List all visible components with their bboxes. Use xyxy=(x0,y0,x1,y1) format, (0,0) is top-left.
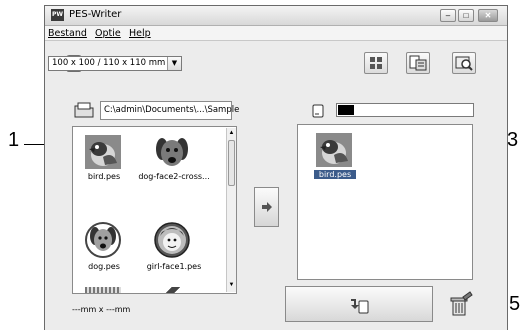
minimize-icon[interactable]: – xyxy=(440,9,456,22)
maximize-icon[interactable]: □ xyxy=(458,9,474,22)
file-name: girl-face1.pes xyxy=(146,262,202,271)
list-item[interactable]: bird.pes xyxy=(79,135,129,183)
transfer-button[interactable] xyxy=(254,187,279,227)
list-item[interactable]: girl-face1.pes xyxy=(134,222,214,272)
file-name: bird.pes xyxy=(87,172,121,181)
hoop-size-select[interactable]: 100 x 100 / 110 x 110 mm ▼ xyxy=(48,56,182,71)
list-item[interactable]: dog.pes xyxy=(79,222,129,272)
scroll-thumb[interactable] xyxy=(228,140,235,186)
dog-face-embroidery-icon xyxy=(154,135,190,169)
card-capacity-bar xyxy=(336,103,474,117)
write-to-card-button[interactable] xyxy=(285,286,433,322)
menu-bar: Bestand Optie Help xyxy=(45,26,507,41)
arrow-right-icon xyxy=(261,201,273,213)
bird-embroidery-icon xyxy=(85,135,121,169)
dog-embroidery-icon xyxy=(85,222,121,258)
file-list-scrollbar[interactable]: ▲ ▼ xyxy=(226,128,236,292)
trash-icon[interactable] xyxy=(449,291,473,317)
scroll-down-icon[interactable]: ▼ xyxy=(227,282,236,290)
callout-3: 3 xyxy=(507,129,519,151)
callout-1: 1 xyxy=(8,129,20,151)
design-size-readout: ---mm x ---mm xyxy=(72,305,131,314)
title-bar[interactable]: PW PES-Writer – □ ✕ xyxy=(45,6,507,26)
callout-5: 5 xyxy=(509,293,521,315)
file-name: dog-face2-cross... xyxy=(138,172,210,181)
capacity-fill xyxy=(338,105,354,115)
window-title: PES-Writer xyxy=(69,9,122,20)
file-list: bird.pes dog-face2-cross... dog.pes girl… xyxy=(72,126,237,294)
file-name: dog.pes xyxy=(88,262,120,271)
write-to-card-icon xyxy=(350,296,370,314)
scroll-up-icon[interactable]: ▲ xyxy=(227,130,236,138)
card-icon xyxy=(312,104,324,118)
hoop-size-value: 100 x 100 / 110 x 110 mm xyxy=(52,58,166,68)
layout-grid-icon[interactable] xyxy=(364,52,388,74)
menu-optie[interactable]: Optie xyxy=(95,28,121,39)
list-item-partial xyxy=(155,287,191,293)
girl-face-embroidery-icon xyxy=(154,222,190,258)
file-name-selected: bird.pes xyxy=(314,170,356,179)
list-item[interactable]: bird.pes xyxy=(312,133,358,183)
app-logo-icon: PW xyxy=(51,9,64,21)
card-file-list: bird.pes xyxy=(297,124,473,280)
chevron-down-icon[interactable]: ▼ xyxy=(167,57,181,70)
menu-help[interactable]: Help xyxy=(129,28,151,39)
bird-embroidery-icon xyxy=(316,133,352,167)
close-icon[interactable]: ✕ xyxy=(478,9,498,22)
search-card-icon[interactable] xyxy=(452,52,476,74)
folder-path: C:\admin\Documents\...\Sample xyxy=(100,101,239,120)
menu-bestand[interactable]: Bestand xyxy=(48,28,87,39)
list-item-partial xyxy=(85,287,121,293)
card-view-icon[interactable] xyxy=(406,52,430,74)
folder-icon[interactable] xyxy=(73,100,95,120)
list-item[interactable]: dog-face2-cross... xyxy=(134,135,214,183)
